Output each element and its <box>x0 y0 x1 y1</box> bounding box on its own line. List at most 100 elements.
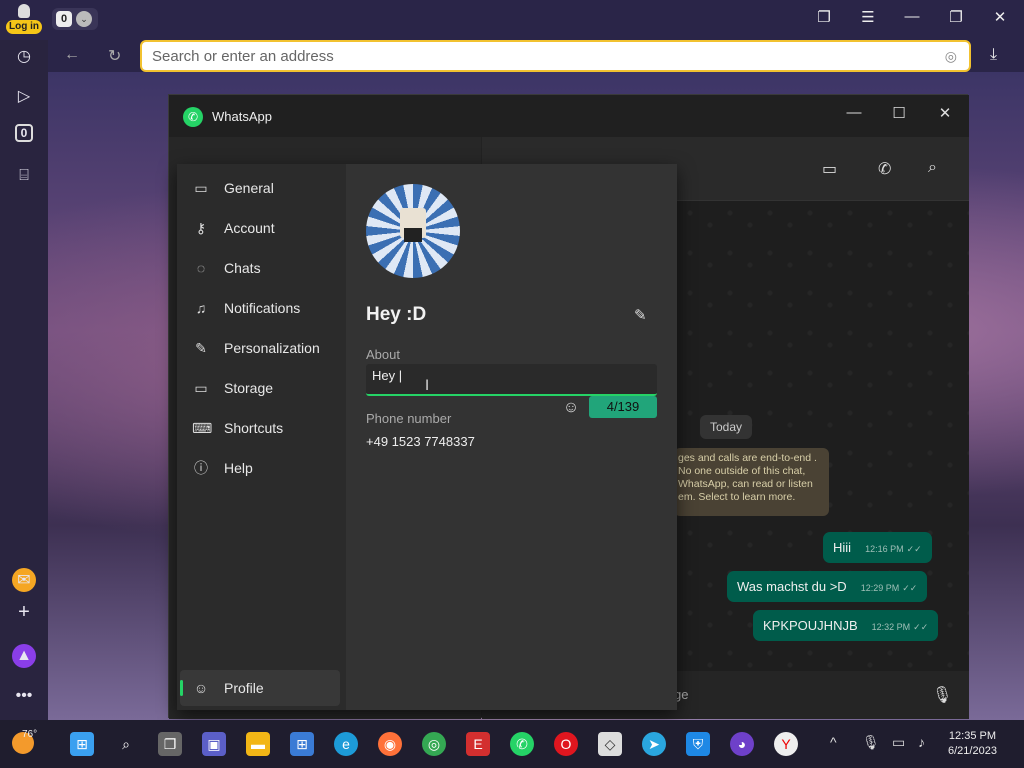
login-button[interactable]: Log in <box>6 2 42 36</box>
message-bubble[interactable]: Was machst du >D 12:29 PM ✓✓ <box>727 571 928 602</box>
nav-general[interactable]: ▭ General <box>180 170 340 206</box>
yandex-icon[interactable]: Y <box>774 732 798 756</box>
window-title: WhatsApp <box>212 109 272 124</box>
defender-icon[interactable]: ⛨ <box>686 732 710 756</box>
more-icon[interactable]: ••• <box>12 684 36 708</box>
play-icon[interactable]: ▷ <box>12 84 36 108</box>
text-cursor-icon: Ⅰ <box>425 377 430 393</box>
display-icon[interactable]: ▭ <box>892 734 905 751</box>
opera-icon[interactable]: O <box>554 732 578 756</box>
nav-chats[interactable]: ◌ Chats <box>180 250 340 286</box>
edge-icon[interactable]: e <box>334 732 358 756</box>
add-icon[interactable]: + <box>12 600 36 624</box>
tab-count: 0 <box>56 11 72 27</box>
clock-date: 6/21/2023 <box>948 745 997 757</box>
file-explorer-icon[interactable]: ▬ <box>246 732 270 756</box>
espn-icon[interactable]: E <box>466 732 490 756</box>
voice-call-icon[interactable]: ✆ <box>878 159 891 179</box>
edit-name-pencil-icon[interactable]: ✎ <box>634 306 647 324</box>
tab-count-button[interactable]: 0 ⌄ <box>52 8 98 30</box>
chevron-up-icon[interactable]: ^ <box>830 734 837 750</box>
chevron-down-icon: ⌄ <box>76 11 92 27</box>
message-bubble[interactable]: Hiii 12:16 PM ✓✓ <box>823 532 932 563</box>
nav-notifications[interactable]: ♫ Notifications <box>180 290 340 326</box>
key-icon: ⚷ <box>195 220 207 236</box>
bookmarks-icon[interactable]: ❐ <box>812 8 836 26</box>
minimize-icon[interactable]: — <box>843 104 865 121</box>
history-icon[interactable]: ◷ <box>12 44 36 68</box>
message-time: 12:16 PM <box>865 544 904 554</box>
reload-icon[interactable]: ↻ <box>108 46 121 66</box>
phone-value: +49 1523 7748337 <box>366 434 475 449</box>
read-receipt-icon: ✓✓ <box>902 583 918 593</box>
assistant-icon[interactable]: ▲ <box>12 644 36 668</box>
nav-shortcuts[interactable]: ⌨ Shortcuts <box>180 410 340 446</box>
nav-label: Notifications <box>224 300 301 316</box>
browser-topbar: Log in 0 ⌄ ❐ ☰ — ❐ ✕ <box>0 0 1024 40</box>
message-time: 12:32 PM <box>871 622 911 632</box>
message-text: Was machst du >D <box>737 579 847 594</box>
message-time: 12:29 PM <box>860 583 900 593</box>
nav-profile[interactable]: ☺ Profile <box>180 670 340 706</box>
message-bubble[interactable]: KPKPOUJHNJB 12:32 PM ✓✓ <box>753 610 939 641</box>
screenshot-icon[interactable]: ⌸ <box>12 164 36 188</box>
volume-icon[interactable]: ♪ <box>918 734 925 750</box>
video-call-icon[interactable]: ▭ <box>822 159 837 179</box>
download-icon[interactable]: ⤓ <box>990 46 997 64</box>
nav-label: General <box>224 180 274 196</box>
restore-icon[interactable]: ❐ <box>944 8 968 26</box>
github-icon[interactable]: ◕ <box>730 732 754 756</box>
browser-sidebar: ◷ ▷ 0 ⌸ ✉ + ▲ ••• <box>0 40 48 720</box>
read-receipt-icon: ✓✓ <box>913 622 929 632</box>
counter-badge[interactable]: 0 <box>15 124 33 142</box>
roblox-icon[interactable]: ◇ <box>598 732 622 756</box>
profile-name: Hey :D <box>366 304 427 325</box>
telegram-icon[interactable]: ➤ <box>642 732 666 756</box>
chrome-icon[interactable]: ◎ <box>422 732 446 756</box>
search-icon[interactable]: ⌕ <box>928 159 937 177</box>
laptop-icon: ▭ <box>194 180 208 196</box>
nav-storage[interactable]: ▭ Storage <box>180 370 340 406</box>
start-icon[interactable]: ⊞ <box>70 732 94 756</box>
close-icon[interactable]: ✕ <box>988 8 1012 26</box>
firefox-icon[interactable]: ◉ <box>378 732 402 756</box>
camera-icon[interactable]: ◎ <box>945 48 957 65</box>
microphone-icon[interactable]: 🎙 <box>862 734 880 751</box>
nav-personalization[interactable]: ✎ Personalization <box>180 330 340 366</box>
user-icon <box>18 4 30 18</box>
nav-help[interactable]: ⓘ Help <box>180 450 340 486</box>
whatsapp-titlebar: ✆ WhatsApp — ☐ ✕ <box>169 95 969 137</box>
search-icon[interactable]: ⌕ <box>114 732 138 756</box>
avatar-figure-body <box>404 228 422 242</box>
menu-icon[interactable]: ☰ <box>856 8 880 26</box>
microphone-icon[interactable]: 🎙 <box>932 685 952 705</box>
close-icon[interactable]: ✕ <box>934 104 956 122</box>
avatar[interactable] <box>366 184 460 278</box>
char-counter: 4/139 <box>589 396 657 418</box>
about-value: Hey | <box>372 368 403 383</box>
store-icon[interactable]: ⊞ <box>290 732 314 756</box>
chat-icon: ◌ <box>196 260 206 276</box>
encryption-notice[interactable]: ges and calls are end-to-end . No one ou… <box>674 448 829 516</box>
emoji-icon[interactable]: ☺ <box>559 396 583 420</box>
mail-icon[interactable]: ✉ <box>12 568 36 592</box>
maximize-icon[interactable]: ☐ <box>888 104 910 122</box>
nav-account[interactable]: ⚷ Account <box>180 210 340 246</box>
task-view-icon[interactable]: ❐ <box>158 732 182 756</box>
address-bar[interactable]: Search or enter an address ◎ <box>140 40 971 72</box>
nav-label: Storage <box>224 380 274 396</box>
back-icon[interactable]: ← <box>64 46 80 64</box>
profile-content: Hey :D ✎ About Hey | Ⅰ ☺ 4/139 Phone num… <box>346 164 677 710</box>
bell-icon: ♫ <box>195 300 207 316</box>
teams-icon[interactable]: ▣ <box>202 732 226 756</box>
clock[interactable]: 12:35 PM 6/21/2023 <box>948 729 997 759</box>
weather-temp: 76° <box>22 729 38 740</box>
about-label: About <box>366 347 400 362</box>
about-input[interactable]: Hey | Ⅰ <box>366 364 657 396</box>
settings-nav: ▭ General ⚷ Account ◌ Chats ♫ Notificati… <box>177 164 346 710</box>
address-placeholder: Search or enter an address <box>152 48 334 65</box>
storage-icon: ▭ <box>194 380 208 396</box>
taskbar: 76° ⊞ ⌕ ❐ ▣ ▬ ⊞ e ◉ ◎ E ✆ O ◇ ➤ ⛨ ◕ Y ^ … <box>0 720 1024 768</box>
whatsapp-taskbar-icon[interactable]: ✆ <box>510 732 534 756</box>
minimize-icon[interactable]: — <box>900 8 924 25</box>
